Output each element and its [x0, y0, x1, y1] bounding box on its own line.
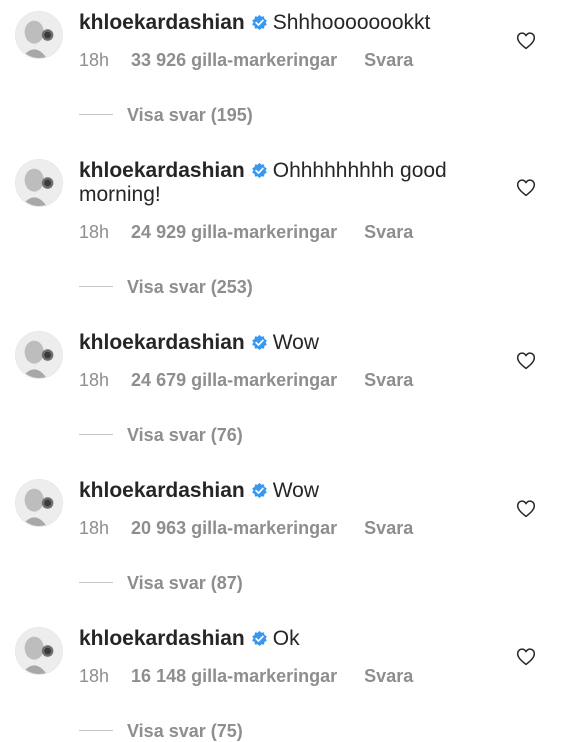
heart-outline-icon[interactable]: [516, 178, 536, 197]
avatar[interactable]: [15, 331, 63, 379]
comment-username[interactable]: khloekardashian: [79, 331, 245, 354]
view-replies-button[interactable]: Visa svar (253): [79, 276, 253, 298]
comment-meta: 18h 24 929 gilla-markeringar Svara: [79, 221, 413, 243]
verified-badge-icon: [251, 162, 267, 179]
view-replies-label: Visa svar (75): [127, 721, 243, 741]
avatar[interactable]: [15, 159, 63, 207]
reply-button[interactable]: Svara: [364, 518, 413, 538]
view-replies-label: Visa svar (195): [127, 105, 253, 125]
verified-badge-icon: [251, 630, 267, 647]
view-replies-button[interactable]: Visa svar (75): [79, 720, 243, 742]
replies-divider: [79, 114, 113, 115]
replies-divider: [79, 582, 113, 583]
replies-divider: [79, 730, 113, 731]
comment-likes[interactable]: 16 148 gilla-markeringar: [131, 666, 337, 686]
comment-body: Wow: [272, 479, 320, 502]
avatar[interactable]: [15, 627, 63, 675]
view-replies-button[interactable]: Visa svar (76): [79, 424, 243, 446]
reply-button[interactable]: Svara: [364, 370, 413, 390]
heart-outline-icon[interactable]: [516, 647, 536, 666]
replies-divider: [79, 286, 113, 287]
heart-outline-icon[interactable]: [516, 499, 536, 518]
comment-time: 18h: [79, 50, 110, 70]
comment-username[interactable]: khloekardashian: [79, 159, 245, 182]
comment-item: khloekardashian Shhhoooooookkt 18h 33 926 …: [0, 0, 567, 148]
comment-username[interactable]: khloekardashian: [79, 11, 245, 34]
comment-item: khloekardashian Ok 18h 16 148 gilla-marker…: [0, 616, 567, 742]
comment-time: 18h: [79, 370, 110, 390]
comment-body: Ok: [272, 627, 300, 650]
comment-likes[interactable]: 24 929 gilla-markeringar: [131, 222, 337, 242]
comment-text-line: khloekardashian Wow: [79, 479, 499, 503]
comment-meta: 18h 24 679 gilla-markeringar Svara: [79, 369, 413, 391]
view-replies-label: Visa svar (76): [127, 425, 243, 445]
reply-button[interactable]: Svara: [364, 50, 413, 70]
comment-likes[interactable]: 24 679 gilla-markeringar: [131, 370, 337, 390]
comment-time: 18h: [79, 666, 110, 686]
comment-meta: 18h 20 963 gilla-markeringar Svara: [79, 517, 413, 539]
verified-badge-icon: [251, 482, 267, 499]
comment-item: khloekardashian Ohhhhhhhhh good morning! …: [0, 148, 567, 320]
comment-item: khloekardashian Wow 18h 24 679 gilla-marke…: [0, 320, 567, 468]
view-replies-label: Visa svar (87): [127, 573, 243, 593]
comment-text-line: khloekardashian Shhhoooooookkt: [79, 11, 499, 35]
view-replies-button[interactable]: Visa svar (87): [79, 572, 243, 594]
verified-badge-icon: [251, 14, 267, 31]
comment-text-line: khloekardashian Ok: [79, 627, 499, 651]
comment-time: 18h: [79, 222, 110, 242]
comment-likes[interactable]: 20 963 gilla-markeringar: [131, 518, 337, 538]
comment-username[interactable]: khloekardashian: [79, 627, 245, 650]
view-replies-label: Visa svar (253): [127, 277, 253, 297]
verified-badge-icon: [251, 334, 267, 351]
comment-meta: 18h 33 926 gilla-markeringar Svara: [79, 49, 413, 71]
avatar[interactable]: [15, 479, 63, 527]
view-replies-button[interactable]: Visa svar (195): [79, 104, 253, 126]
avatar[interactable]: [15, 11, 63, 59]
comment-body: Wow: [272, 331, 320, 354]
heart-outline-icon[interactable]: [516, 31, 536, 50]
comment-meta: 18h 16 148 gilla-markeringar Svara: [79, 665, 413, 687]
comment-text-line: khloekardashian Wow: [79, 331, 499, 355]
comment-likes[interactable]: 33 926 gilla-markeringar: [131, 50, 337, 70]
heart-outline-icon[interactable]: [516, 351, 536, 370]
reply-button[interactable]: Svara: [364, 666, 413, 686]
comment-time: 18h: [79, 518, 110, 538]
replies-divider: [79, 434, 113, 435]
comment-username[interactable]: khloekardashian: [79, 479, 245, 502]
comment-body: Shhhoooooookkt: [272, 11, 431, 34]
comment-item: khloekardashian Wow 18h 20 963 gilla-marke…: [0, 468, 567, 616]
comment-text-line: khloekardashian Ohhhhhhhhh good morning!: [79, 159, 499, 207]
reply-button[interactable]: Svara: [364, 222, 413, 242]
